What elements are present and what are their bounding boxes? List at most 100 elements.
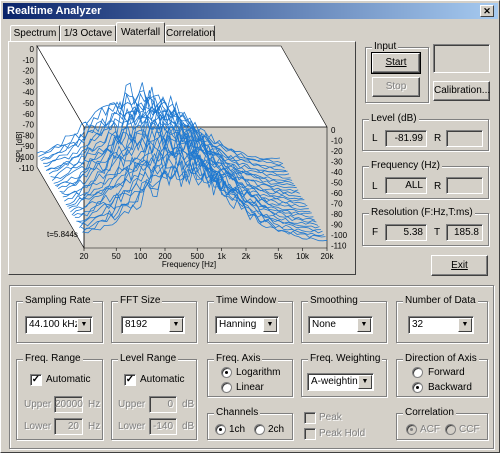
level-range-auto-label: Automatic bbox=[140, 374, 185, 385]
freq-range-label: Freq. Range bbox=[23, 353, 83, 365]
chevron-down-icon[interactable]: ▼ bbox=[77, 318, 91, 332]
peak-hold-checkbox[interactable] bbox=[304, 428, 316, 440]
peak-hold-label: Peak Hold bbox=[319, 428, 366, 439]
correlation-label: Correlation bbox=[403, 407, 456, 419]
freq-range-auto-label: Automatic bbox=[46, 374, 91, 385]
freq-range-lower-label: Lower bbox=[24, 421, 52, 432]
logarithm-label: Logarithm bbox=[236, 367, 281, 378]
ch2-radio[interactable] bbox=[254, 424, 265, 435]
fft-size-value: 8192 bbox=[125, 319, 148, 330]
freq-weighting-label: Freq. Weighting bbox=[308, 353, 383, 365]
time-window-value: Hanning bbox=[219, 319, 257, 330]
tab-panel: 0 -10 -20 -30 -40 -50 -60 -70 -80 -90 -100 -110 0 -1… bbox=[8, 41, 356, 275]
level-range-lower-input[interactable]: -140 bbox=[149, 418, 177, 435]
direction-label: Direction of Axis bbox=[403, 353, 479, 365]
z-tick-label: 0 bbox=[331, 126, 336, 135]
freq-range-upper-input[interactable]: 20000 bbox=[54, 396, 83, 413]
smoothing-select[interactable]: None ▼ bbox=[308, 316, 373, 334]
stop-button[interactable]: Stop bbox=[372, 77, 420, 97]
freq-weighting-select[interactable]: A-weighting ▼ bbox=[307, 373, 374, 391]
tab-one-third-octave[interactable]: 1/3 Octave bbox=[60, 25, 116, 42]
x-tick-label: 2k bbox=[242, 252, 251, 261]
y-tick-label: -10 bbox=[22, 56, 34, 65]
y-tick-label: -90 bbox=[22, 142, 34, 151]
x-tick-label: 50 bbox=[112, 252, 121, 261]
chevron-down-icon[interactable]: ▼ bbox=[458, 318, 472, 332]
y-tick-label: -70 bbox=[22, 121, 34, 130]
level-l-label: L bbox=[372, 133, 378, 144]
level-r-value bbox=[446, 130, 483, 147]
linear-radio[interactable] bbox=[221, 382, 232, 393]
level-range-auto-checkbox[interactable]: ✓ bbox=[124, 374, 136, 386]
waterfall-plot: 0-10-20-30-40-50-60-70-80-90-100-110 0-1… bbox=[15, 44, 348, 269]
chevron-down-icon[interactable]: ▼ bbox=[357, 318, 371, 332]
z-tick-label: -70 bbox=[331, 200, 343, 209]
freq-weighting-value: A-weighting bbox=[311, 376, 364, 387]
close-icon[interactable]: ✕ bbox=[480, 5, 494, 17]
resolution-t-label: T bbox=[434, 227, 441, 238]
z-tick-label: -110 bbox=[331, 242, 347, 251]
smoothing-label: Smoothing bbox=[308, 295, 360, 307]
level-l-value: -81.99 bbox=[385, 130, 427, 147]
peak-label: Peak bbox=[319, 412, 342, 423]
sampling-rate-value: 44.100 kHz bbox=[29, 319, 80, 330]
ch2-label: 2ch bbox=[268, 424, 285, 435]
title-bar: Realtime Analyzer ✕ bbox=[3, 3, 498, 19]
number-of-data-select[interactable]: 32 ▼ bbox=[408, 316, 474, 334]
tab-spectrum[interactable]: Spectrum bbox=[10, 25, 60, 42]
freq-range-auto-checkbox[interactable]: ✓ bbox=[30, 374, 42, 386]
chevron-down-icon[interactable]: ▼ bbox=[263, 318, 277, 332]
x-tick-label: 10k bbox=[296, 252, 310, 261]
freq-range-upper-label: Upper bbox=[24, 399, 52, 410]
frequency-r-label: R bbox=[434, 181, 442, 192]
backward-label: Backward bbox=[428, 382, 472, 393]
level-range-lower-unit: dB bbox=[182, 421, 195, 432]
sampling-rate-select[interactable]: 44.100 kHz ▼ bbox=[25, 316, 93, 334]
freq-range-upper-unit: Hz bbox=[88, 399, 101, 410]
y-tick-label: -110 bbox=[19, 164, 35, 173]
peak-checkbox[interactable] bbox=[304, 412, 316, 424]
window-title: Realtime Analyzer bbox=[7, 5, 102, 17]
level-range-upper-input[interactable]: 0 bbox=[149, 396, 177, 413]
forward-radio[interactable] bbox=[412, 367, 423, 378]
resolution-group-label: Resolution (F:Hz,T:ms) bbox=[369, 207, 475, 219]
tab-correlation[interactable]: Correlation bbox=[165, 25, 215, 42]
level-range-label: Level Range bbox=[118, 353, 179, 365]
freq-range-lower-unit: Hz bbox=[88, 421, 101, 432]
tab-waterfall[interactable]: Waterfall bbox=[116, 22, 165, 43]
z-tick-label: -20 bbox=[331, 147, 343, 156]
ccf-radio[interactable] bbox=[445, 424, 456, 435]
ch1-radio[interactable] bbox=[215, 424, 226, 435]
backward-radio[interactable] bbox=[412, 382, 423, 393]
calibration-button[interactable]: Calibration... bbox=[433, 81, 490, 101]
logarithm-radio[interactable] bbox=[221, 367, 232, 378]
exit-button[interactable]: Exit bbox=[431, 255, 488, 276]
number-of-data-value: 32 bbox=[412, 319, 424, 330]
status-display bbox=[433, 44, 490, 73]
chevron-down-icon[interactable]: ▼ bbox=[358, 375, 372, 389]
z-tick-label: -40 bbox=[331, 168, 343, 177]
frequency-group-label: Frequency (Hz) bbox=[369, 160, 442, 172]
z-tick-label: -30 bbox=[331, 158, 343, 167]
acf-radio[interactable] bbox=[406, 424, 417, 435]
chevron-down-icon[interactable]: ▼ bbox=[169, 318, 183, 332]
forward-label: Forward bbox=[428, 367, 465, 378]
level-range-lower-label: Lower bbox=[118, 421, 146, 432]
level-range-upper-unit: dB bbox=[182, 399, 195, 410]
freq-range-lower-input[interactable]: 20 bbox=[54, 418, 83, 435]
start-button[interactable]: Start bbox=[371, 52, 421, 74]
resolution-f-label: F bbox=[372, 227, 379, 238]
level-range-upper-label: Upper bbox=[118, 399, 146, 410]
time-window-select[interactable]: Hanning ▼ bbox=[215, 316, 279, 334]
x-tick-label: 100 bbox=[134, 252, 148, 261]
fft-size-label: FFT Size bbox=[118, 295, 163, 307]
x-tick-label: 20 bbox=[80, 252, 89, 261]
fft-size-select[interactable]: 8192 ▼ bbox=[121, 316, 185, 334]
y-tick-label: -50 bbox=[22, 99, 34, 108]
x-tick-label: 5k bbox=[274, 252, 283, 261]
z-tick-label: -90 bbox=[331, 221, 343, 230]
x-axis-label: Frequency [Hz] bbox=[162, 260, 216, 269]
resolution-t-value: 185.8 bbox=[446, 224, 483, 241]
y-tick-label: 0 bbox=[30, 45, 35, 54]
level-r-label: R bbox=[434, 133, 442, 144]
